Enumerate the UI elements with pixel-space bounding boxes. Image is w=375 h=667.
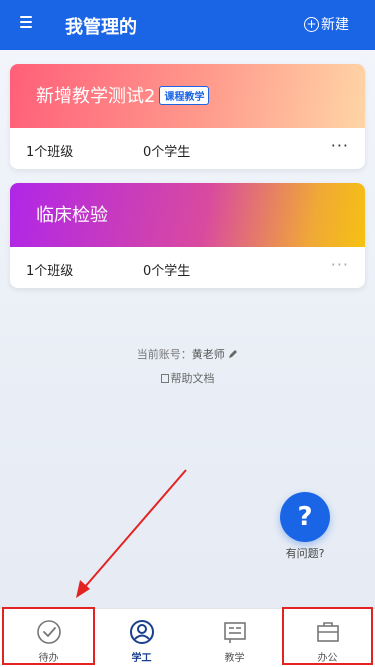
current-account: 当前账号：黄老师 [0, 346, 375, 362]
tab-label: 学工 [131, 653, 152, 664]
teaching-board-icon [223, 622, 246, 643]
new-button-label: 新建 [321, 17, 349, 33]
student-count: 0个学生 [143, 264, 191, 279]
class-count: 1个班级 [26, 145, 74, 160]
user-circle-icon [129, 620, 154, 644]
menu-icon[interactable] [20, 16, 32, 28]
help-question-button[interactable]: ? [280, 492, 330, 542]
question-icon: ? [297, 502, 313, 532]
course-card-header[interactable]: 新增教学测试2 课程教学 [10, 64, 365, 128]
help-question-label: 有问题? [285, 547, 325, 560]
account-name: 黄老师 [191, 348, 225, 361]
annotation-highlight-todo [2, 607, 95, 665]
document-icon [160, 374, 169, 383]
new-button[interactable]: + 新建 [304, 14, 349, 34]
app-header: 我管理的 + 新建 [0, 0, 375, 50]
help-docs-label: 帮助文档 [170, 372, 215, 385]
tab-label: 教学 [224, 653, 245, 664]
account-label: 当前账号： [136, 348, 192, 361]
more-options-icon[interactable]: ··· [331, 136, 349, 155]
plus-circle-icon: + [304, 16, 319, 32]
more-options-icon[interactable]: ··· [331, 255, 349, 274]
course-type-badge: 课程教学 [159, 86, 210, 105]
course-card-header[interactable]: 临床检验 [10, 183, 365, 247]
course-card[interactable]: 新增教学测试2 课程教学 1个班级 0个学生 ··· [10, 64, 365, 169]
edit-pencil-icon[interactable] [228, 349, 238, 359]
tab-student-affairs[interactable]: 学工 [95, 609, 188, 667]
student-count: 0个学生 [143, 145, 191, 160]
help-docs-link[interactable]: 帮助文档 [0, 370, 375, 386]
tab-teaching[interactable]: 教学 [188, 609, 281, 667]
course-title: 新增教学测试2 [36, 86, 156, 107]
course-card-footer: 1个班级 0个学生 ··· [10, 128, 365, 169]
course-card-footer: 1个班级 0个学生 ··· [10, 247, 365, 288]
class-count: 1个班级 [26, 264, 74, 279]
course-title: 临床检验 [36, 205, 108, 226]
annotation-highlight-office [282, 607, 373, 665]
course-card[interactable]: 临床检验 1个班级 0个学生 ··· [10, 183, 365, 288]
page-title: 我管理的 [65, 17, 137, 38]
